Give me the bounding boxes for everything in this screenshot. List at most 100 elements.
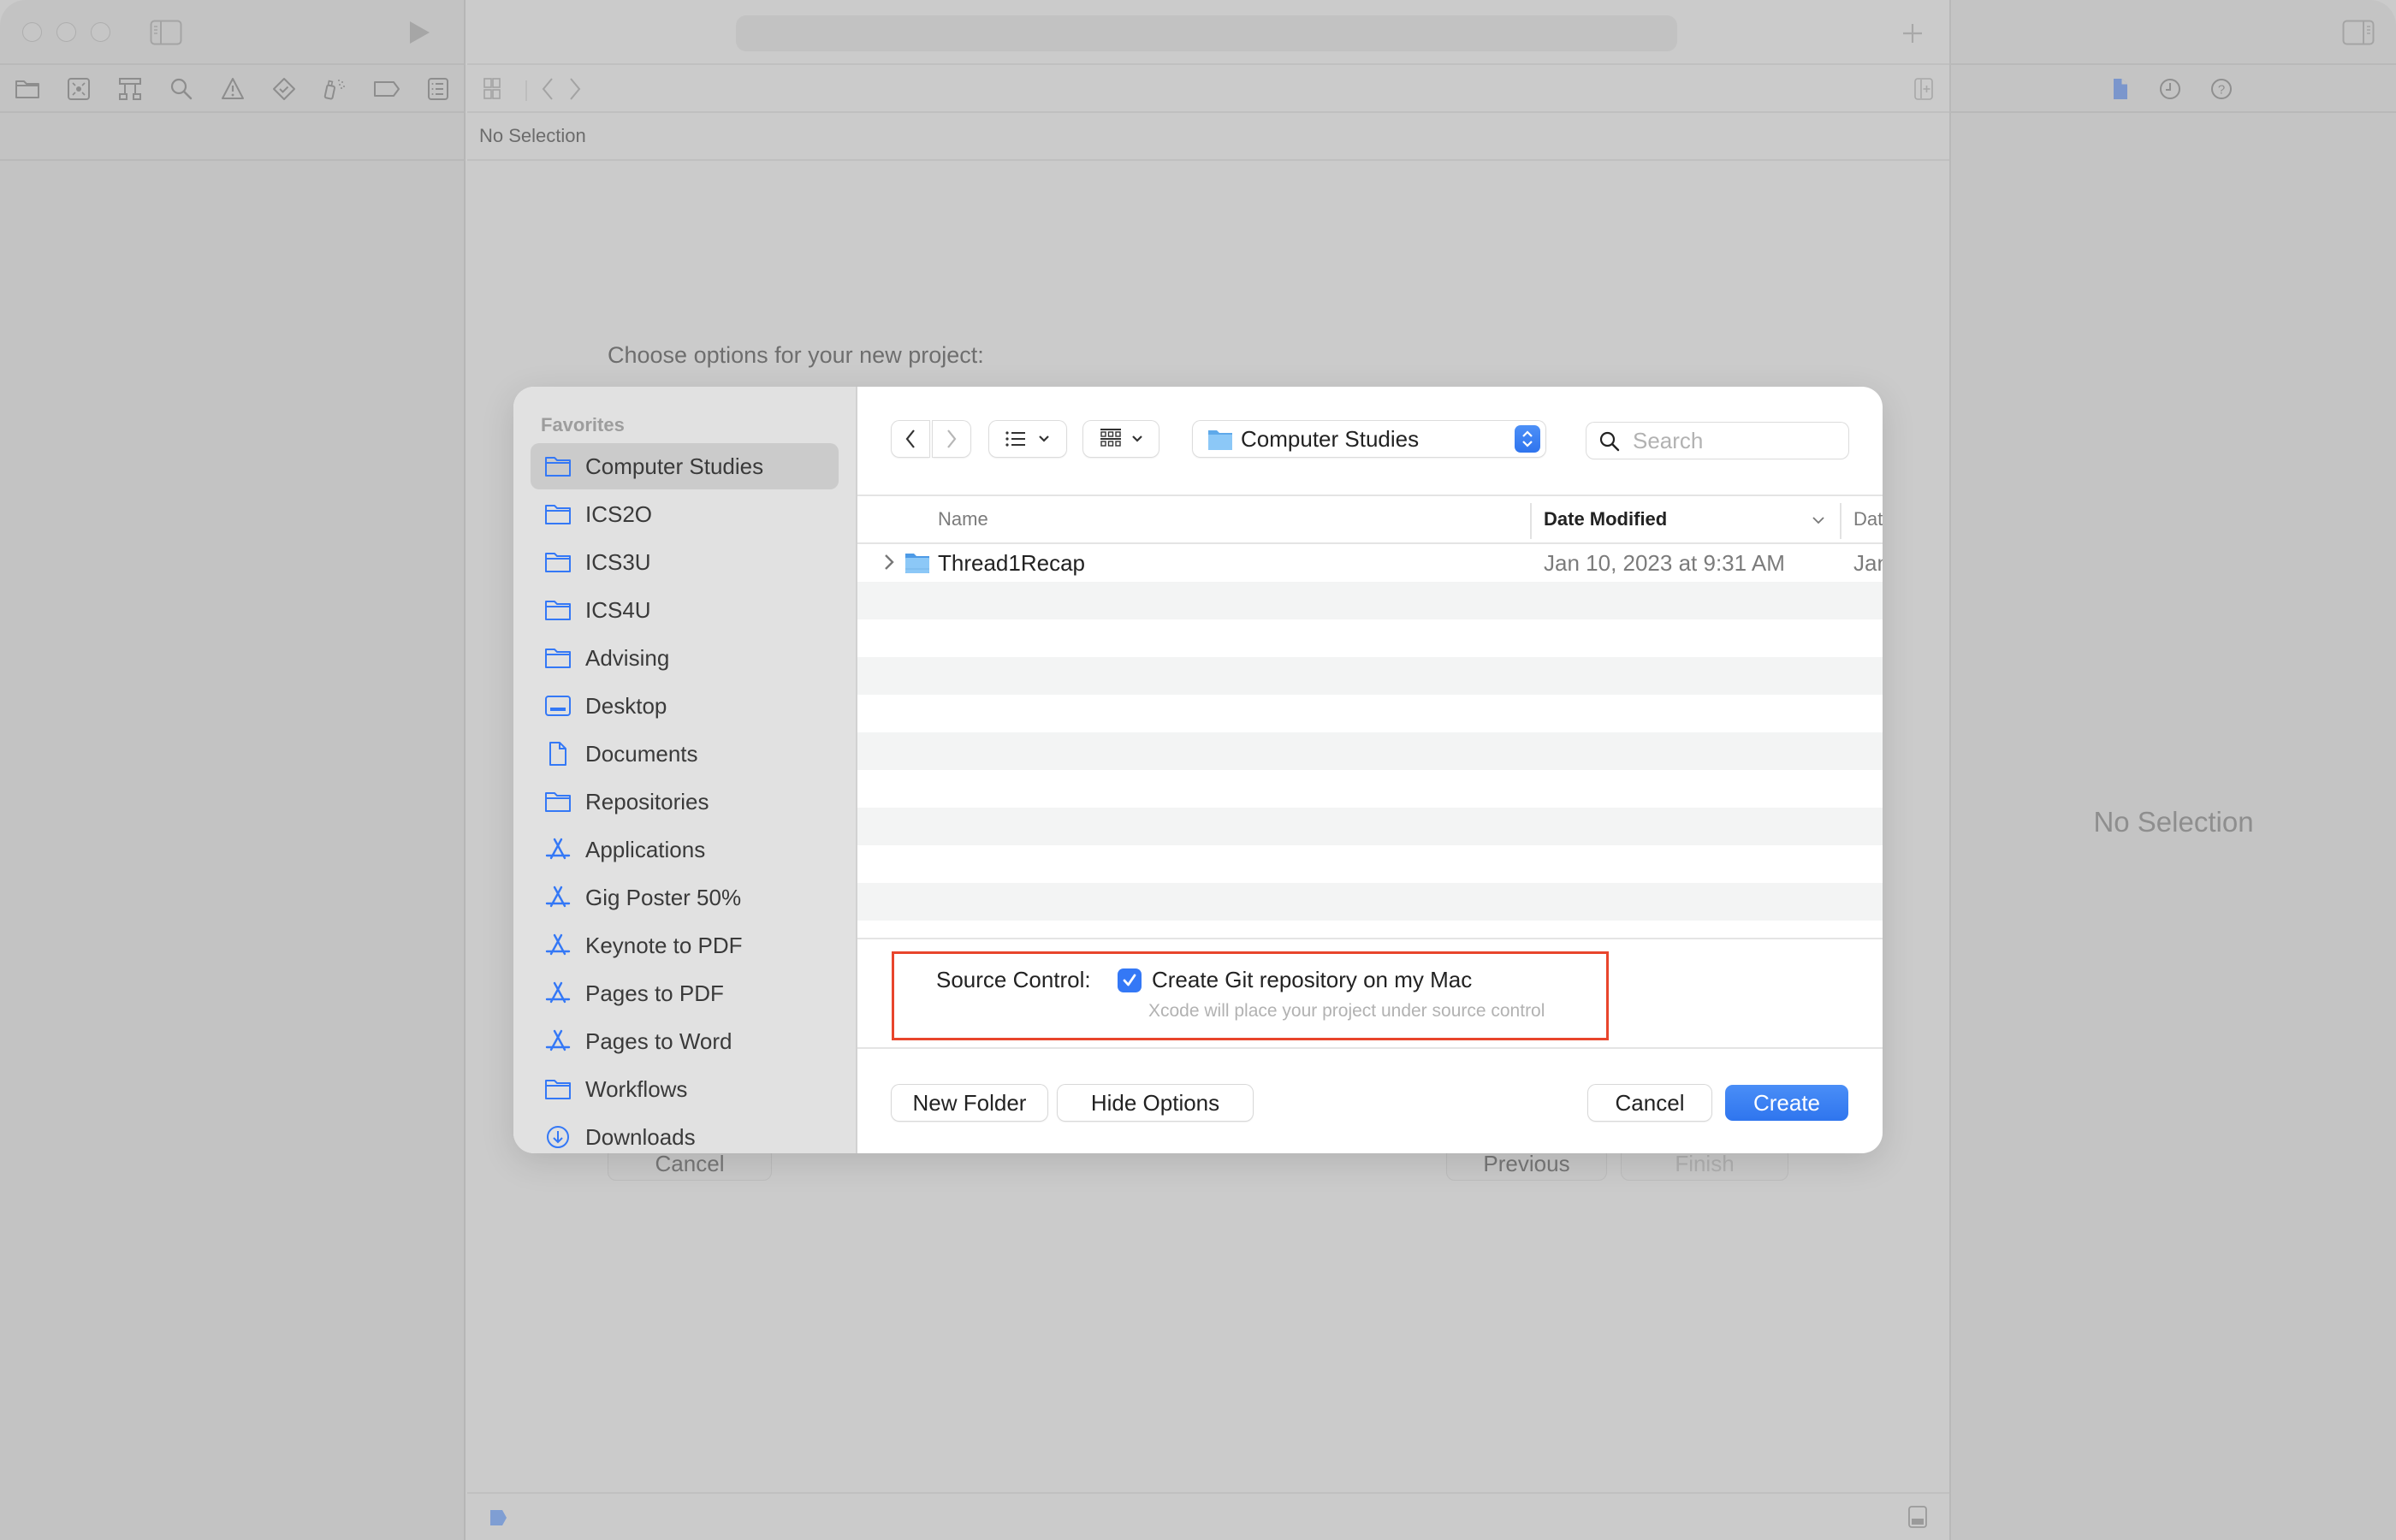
go-back-icon[interactable] — [536, 75, 560, 103]
debug-area-bar — [467, 1492, 1949, 1540]
sidebar-item[interactable]: Keynote to PDF — [531, 922, 839, 968]
editor-path-bar: No Selection — [467, 113, 1949, 161]
minimize-window-button[interactable] — [56, 22, 76, 42]
add-editor-icon[interactable] — [1910, 75, 1937, 103]
sidebar-item[interactable]: Advising — [531, 635, 839, 681]
inspector-toggle-icon[interactable] — [2340, 17, 2377, 48]
search-field — [1586, 423, 1848, 459]
chevron-down-icon — [1039, 435, 1049, 442]
back-button[interactable] — [892, 421, 929, 457]
location-popup[interactable]: Computer Studies — [1193, 421, 1545, 457]
navigator-titlebar — [0, 0, 464, 65]
sidebar-item-label: Applications — [585, 836, 706, 862]
column-divider[interactable] — [1530, 503, 1532, 539]
location-label: Computer Studies — [1241, 426, 1420, 452]
sidebar-item[interactable]: Gig Poster 50% — [531, 874, 839, 921]
empty-row — [857, 921, 1883, 929]
sidebar-item-label: Workflows — [585, 1075, 688, 1102]
sidebar-item[interactable]: Downloads — [531, 1114, 839, 1153]
sidebar-item-label: ICS4U — [585, 596, 651, 623]
related-items-icon[interactable] — [479, 75, 507, 103]
sidebar-item[interactable]: Desktop — [531, 683, 839, 729]
inspector-tab-bar: ? — [1951, 65, 2396, 113]
view-mode-button[interactable] — [989, 421, 1066, 457]
column-divider[interactable] — [1840, 503, 1841, 539]
project-navigator-icon[interactable] — [12, 74, 43, 104]
sidebar-item[interactable]: Repositories — [531, 779, 839, 825]
debug-navigator-icon[interactable] — [320, 74, 351, 104]
empty-row — [857, 582, 1883, 619]
sidebar-item[interactable]: ICS4U — [531, 587, 839, 633]
inspector-pane: ? No Selection — [1949, 0, 2396, 1540]
sidebar-item-label: ICS3U — [585, 548, 651, 575]
sidebar-item-label: Desktop — [585, 692, 667, 719]
sidebar-item-label: Repositories — [585, 788, 709, 814]
sidebar-toggle-icon[interactable] — [147, 17, 185, 48]
sidebar-item[interactable]: Documents — [531, 731, 839, 777]
new-folder-button[interactable]: New Folder — [892, 1085, 1047, 1121]
wizard-title: Choose options for your new project: — [608, 342, 984, 368]
find-navigator-icon[interactable] — [166, 74, 197, 104]
empty-row — [857, 619, 1883, 657]
sidebar-item[interactable]: Applications — [531, 826, 839, 873]
cancel-button[interactable]: Cancel — [1588, 1085, 1711, 1121]
empty-row — [857, 883, 1883, 921]
add-library-icon[interactable] — [1898, 19, 1927, 48]
breakpoints-toggle-icon[interactable] — [486, 1507, 512, 1528]
column-header-name[interactable]: Name — [938, 508, 988, 530]
disclosure-chevron-icon[interactable] — [883, 553, 895, 572]
search-input[interactable] — [1633, 426, 1838, 455]
create-git-repo-label[interactable]: Create Git repository on my Mac — [1152, 967, 1472, 993]
document-icon — [543, 738, 573, 769]
symbol-navigator-icon[interactable] — [115, 74, 145, 104]
column-header-date-modified[interactable]: Date Modified — [1544, 508, 1667, 530]
close-window-button[interactable] — [22, 22, 42, 42]
empty-row — [857, 657, 1883, 695]
save-location-dialog: Favorites Computer Studies ICS2O ICS3U ICS4… — [513, 387, 1883, 1153]
sidebar-item-label: Computer Studies — [585, 453, 764, 479]
file-date-added: Jan — [1853, 550, 1883, 576]
sidebar-item[interactable]: ICS2O — [531, 491, 839, 537]
favorites-sidebar: Favorites Computer Studies ICS2O ICS3U ICS4… — [513, 387, 857, 1153]
empty-row — [857, 695, 1883, 732]
create-git-repo-checkbox[interactable] — [1118, 968, 1142, 992]
navigator-pane — [0, 0, 466, 1540]
debug-area-toggle-icon[interactable] — [1905, 1504, 1930, 1530]
file-name: Thread1Recap — [938, 550, 1085, 576]
forward-button[interactable] — [933, 421, 970, 457]
breakpoint-navigator-icon[interactable] — [371, 74, 402, 104]
file-inspector-icon[interactable] — [2107, 75, 2134, 103]
sidebar-item[interactable]: Pages to Word — [531, 1018, 839, 1064]
zoom-window-button[interactable] — [91, 22, 110, 42]
sidebar-item[interactable]: Computer Studies — [531, 443, 839, 489]
applications-icon — [543, 930, 573, 961]
column-header-row: Name Date Modified Date Added — [857, 495, 1883, 544]
group-by-button[interactable] — [1083, 421, 1159, 457]
sidebar-item-label: Pages to PDF — [585, 980, 724, 1006]
hide-options-button[interactable]: Hide Options — [1058, 1085, 1253, 1121]
applications-icon — [543, 882, 573, 913]
create-button[interactable]: Create — [1725, 1085, 1848, 1121]
empty-row — [857, 808, 1883, 845]
history-inspector-icon[interactable] — [2156, 75, 2184, 103]
column-header-date-added[interactable]: Date Added — [1853, 508, 1883, 530]
sidebar-item[interactable]: Pages to PDF — [531, 970, 839, 1016]
folder-icon — [905, 554, 929, 573]
run-button[interactable] — [402, 17, 436, 48]
sidebar-item-label: Downloads — [585, 1123, 696, 1150]
report-navigator-icon[interactable] — [423, 74, 454, 104]
go-forward-icon[interactable] — [563, 75, 587, 103]
sidebar-item[interactable]: ICS3U — [531, 539, 839, 585]
chevron-down-icon — [1132, 435, 1142, 442]
issue-navigator-icon[interactable] — [217, 74, 248, 104]
source-control-label: Source Control: — [936, 967, 1091, 992]
sidebar-item[interactable]: Workflows — [531, 1066, 839, 1112]
source-control-navigator-icon[interactable] — [63, 74, 94, 104]
sidebar-item-label: ICS2O — [585, 500, 653, 527]
editor-titlebar — [467, 0, 1949, 65]
quick-help-icon[interactable]: ? — [2208, 75, 2235, 103]
sidebar-item-label: Advising — [585, 644, 670, 671]
inspector-empty-label: No Selection — [2093, 806, 2254, 838]
test-navigator-icon[interactable] — [269, 74, 300, 104]
file-row[interactable]: Thread1Recap Jan 10, 2023 at 9:31 AM Jan — [857, 544, 1883, 582]
